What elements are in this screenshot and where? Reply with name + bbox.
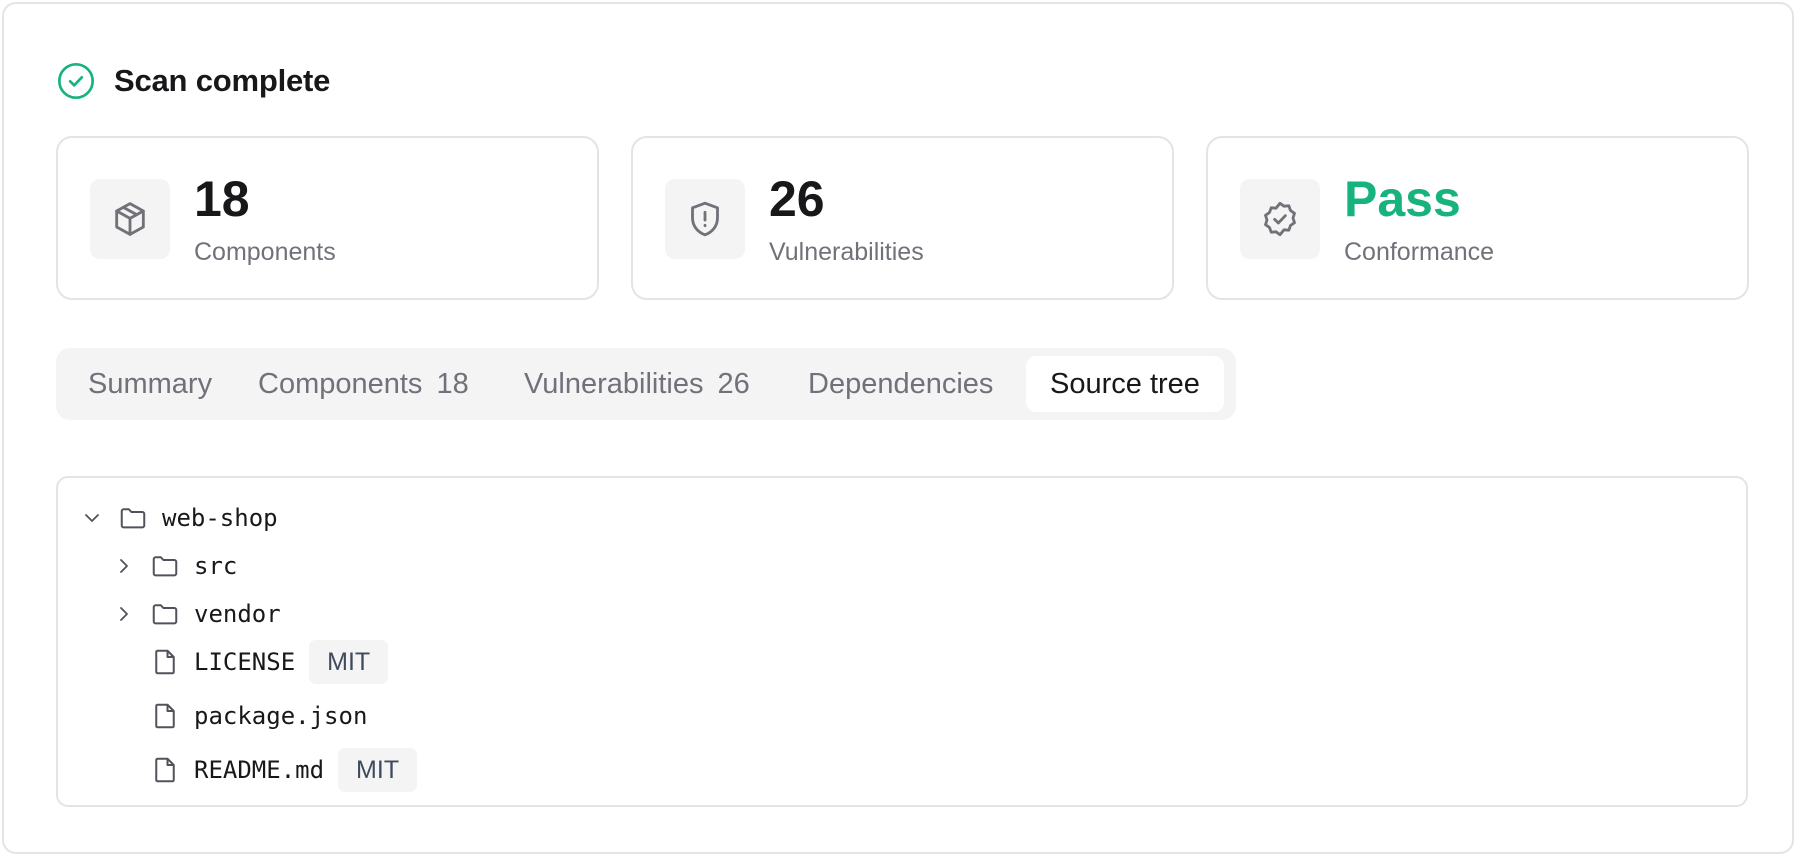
tree-node-folder[interactable]: src [112,544,237,588]
file-icon [150,647,180,677]
tree-node-name: LICENSE [194,648,296,676]
tree-node-file[interactable]: LICENSE MIT [150,640,389,684]
page-title: Scan complete [114,63,331,98]
folder-icon [118,503,148,533]
tree-node-file[interactable]: package.json [150,694,367,738]
tab-count: 26 [717,367,750,400]
chevron-down-icon[interactable] [80,506,104,530]
tab-label: Source tree [1050,367,1200,400]
tab-dependencies[interactable]: Dependencies [784,356,1017,412]
badge-check-icon [1240,179,1320,259]
stat-label: Vulnerabilities [769,238,924,266]
license-badge: MIT [309,640,389,684]
tab-label: Dependencies [808,367,994,400]
tree-node-name: src [194,552,238,580]
stat-value: 26 [769,171,825,227]
scan-result-panel: Scan complete 18 Components 26 Vulnerabi… [2,2,1794,854]
stat-card-vulnerabilities: 26 Vulnerabilities [631,136,1174,300]
source-tree: web-shop src vendor LICENSE MIT package.… [56,476,1748,807]
check-circle-icon [56,61,96,101]
shield-alert-icon [665,179,745,259]
tree-node-folder[interactable]: vendor [112,592,281,636]
stat-card-components: 18 Components [56,136,599,300]
tab-label: Summary [88,367,213,400]
tree-node-name: README.md [194,756,325,784]
package-icon [90,179,170,259]
tab-source-tree[interactable]: Source tree [1026,356,1224,412]
chevron-right-icon[interactable] [112,554,136,578]
stat-value: Pass [1344,171,1461,227]
tree-node-name: package.json [194,702,368,730]
tree-node-file[interactable]: README.md MIT [150,748,418,792]
file-icon [150,755,180,785]
stat-label: Conformance [1344,238,1495,266]
tree-node-root[interactable]: web-shop [80,496,278,540]
tab-label: Vulnerabilities [524,367,704,400]
tree-node-name: vendor [194,600,281,628]
tab-count: 18 [436,367,469,400]
stat-value: 18 [194,171,250,227]
tab-summary[interactable]: Summary [64,356,236,412]
tab-bar: Summary Components 18 Vulnerabilities 26… [56,348,1236,420]
stat-card-conformance: Pass Conformance [1206,136,1749,300]
tab-components[interactable]: Components 18 [234,356,493,412]
stats-row: 18 Components 26 Vulnerabilities Pass Co… [56,136,1749,300]
stat-label: Components [194,238,336,266]
folder-icon [150,551,180,581]
tab-vulnerabilities[interactable]: Vulnerabilities 26 [500,356,774,412]
license-badge: MIT [338,748,418,792]
folder-icon [150,599,180,629]
tree-node-name: web-shop [162,504,278,532]
file-icon [150,701,180,731]
chevron-right-icon[interactable] [112,602,136,626]
scan-header: Scan complete [56,60,330,102]
tab-label: Components [258,367,423,400]
